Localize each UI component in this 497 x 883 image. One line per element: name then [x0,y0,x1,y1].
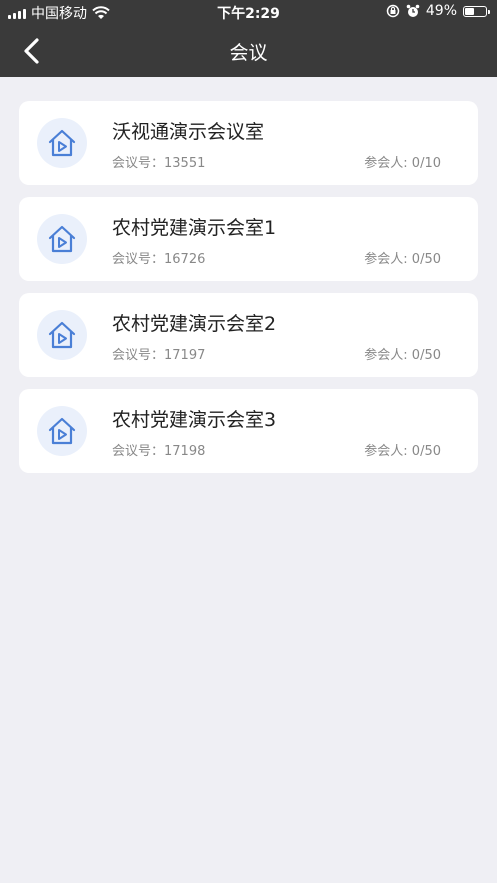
home-play-icon [37,310,87,360]
battery-icon [463,5,490,17]
room-number: 会议号：17197 [112,348,206,363]
participant-count: 参会人: 0/50 [364,444,441,459]
alarm-icon [406,4,420,17]
meeting-room-card[interactable]: 农村党建演示会室2 会议号：17197 参会人: 0/50 [19,293,478,377]
battery-percent: 49% [425,3,457,19]
participant-count: 参会人: 0/10 [364,156,441,171]
nav-bar: 会议 [0,24,497,77]
home-play-icon [37,118,87,168]
battery-level [465,7,474,15]
meeting-room-card[interactable]: 沃视通演示会议室 会议号：13551 参会人: 0/10 [19,101,478,185]
meeting-room-card[interactable]: 农村党建演示会室1 会议号：16726 参会人: 0/50 [19,197,478,281]
room-name: 农村党建演示会室3 [112,409,277,431]
meeting-room-card[interactable]: 农村党建演示会室3 会议号：17198 参会人: 0/50 [19,389,478,473]
status-bar: 中国移动 下午2:29 49% [0,0,497,24]
page-title: 会议 [229,42,268,64]
meeting-room-list: 沃视通演示会议室 会议号：13551 参会人: 0/10 农村党建演示会室1 会… [19,101,478,485]
participant-count: 参会人: 0/50 [364,348,441,363]
home-play-icon [37,214,87,264]
room-name: 农村党建演示会室1 [112,217,277,239]
room-number: 会议号：16726 [112,252,206,267]
room-number: 会议号：13551 [112,156,206,171]
room-number: 会议号：17198 [112,444,206,459]
home-play-icon [37,406,87,456]
room-name: 农村党建演示会室2 [112,313,277,335]
participant-count: 参会人: 0/50 [364,252,441,267]
rotation-lock-icon [386,4,400,18]
room-name: 沃视通演示会议室 [112,121,265,143]
status-right: 49% [386,3,490,19]
